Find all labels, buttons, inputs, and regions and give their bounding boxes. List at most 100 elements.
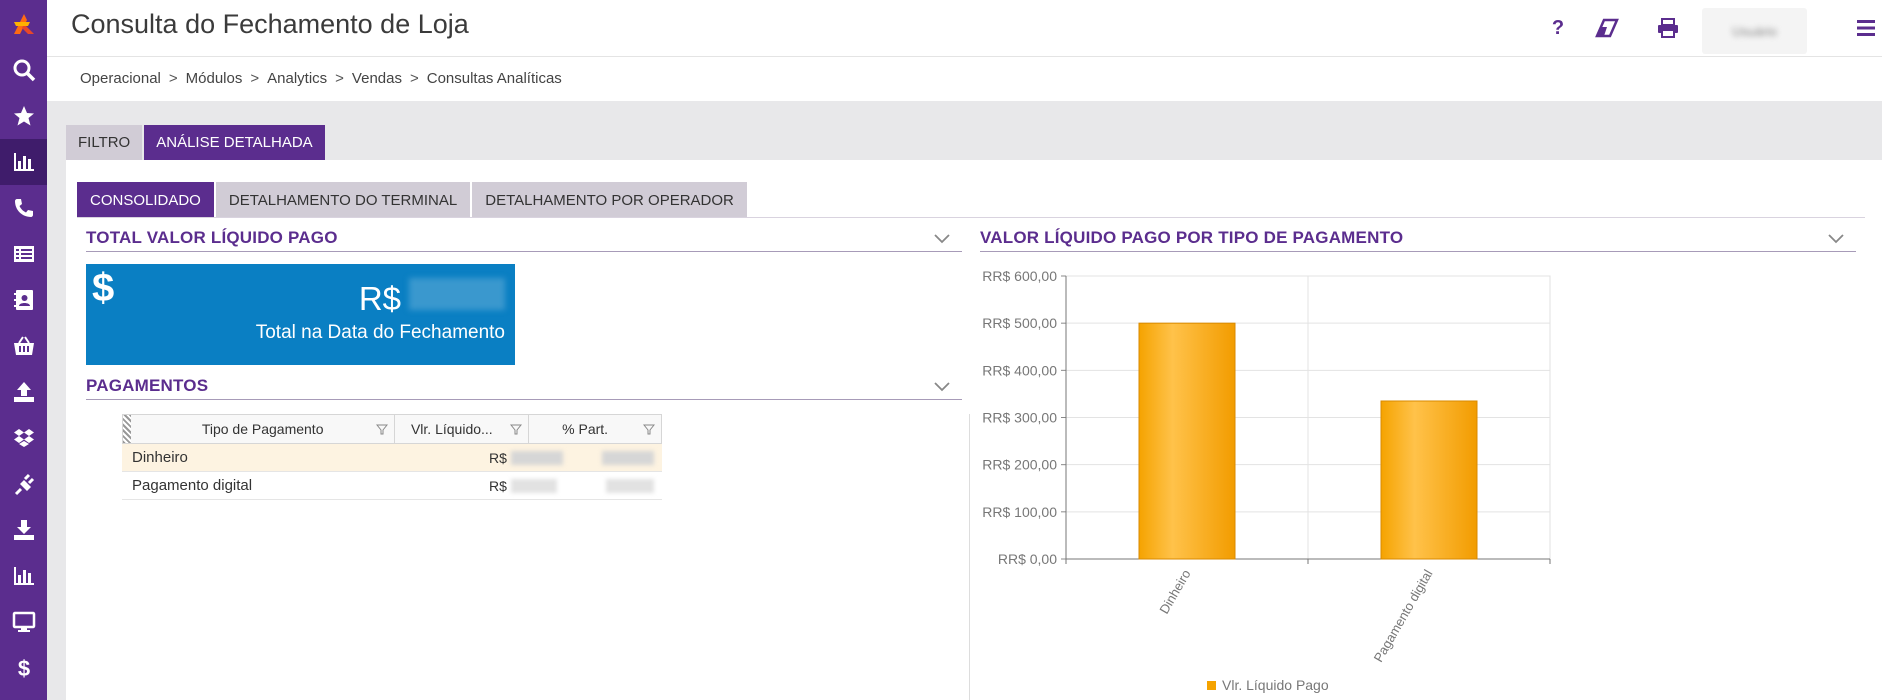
phone-icon xyxy=(14,199,33,217)
sidebar-basket[interactable] xyxy=(0,323,47,369)
section-title-total: TOTAL VALOR LÍQUIDO PAGO xyxy=(86,228,338,247)
sidebar-analytics[interactable] xyxy=(0,139,47,185)
bar-chart: RR$ 0,00 RR$ 100,00 RR$ 200,00 RR$ 300,00 RR… xyxy=(982,268,1551,693)
dollar-icon: $ xyxy=(17,656,29,680)
kpi-label: Total na Data do Fechamento xyxy=(255,322,505,343)
bar-chart-icon xyxy=(13,153,34,171)
panel-divider xyxy=(969,414,970,700)
kpi-currency: R$ xyxy=(358,280,401,317)
sidebar-phone[interactable] xyxy=(0,185,47,231)
cell-valor: R$ xyxy=(447,478,583,494)
chevron-down-icon[interactable] xyxy=(1828,234,1844,244)
chevron-down-icon[interactable] xyxy=(934,234,950,244)
sidebar-reports[interactable] xyxy=(0,553,47,599)
tab-filtro[interactable]: FILTRO xyxy=(66,125,143,160)
app-logo[interactable] xyxy=(0,0,47,47)
section-title-chart: VALOR LÍQUIDO PAGO POR TIPO DE PAGAMENTO xyxy=(980,228,1404,247)
table-row[interactable]: Pagamento digital R$ xyxy=(122,472,662,500)
bar xyxy=(1380,400,1478,560)
clear-filters-button[interactable] xyxy=(1594,15,1620,41)
star-icon xyxy=(13,106,34,126)
section-title-pagamentos: PAGAMENTOS xyxy=(86,376,209,395)
x-tick-label: Pagamento digital xyxy=(1371,567,1436,665)
breadcrumb-separator: > xyxy=(250,70,260,87)
chevron-down-icon[interactable] xyxy=(934,382,950,392)
cell-part xyxy=(583,478,662,493)
cell-currency: R$ xyxy=(489,449,507,466)
tab-detalhamento-terminal[interactable]: DETALHAMENTO DO TERMINAL xyxy=(215,182,471,218)
section-header-chart: VALOR LÍQUIDO PAGO POR TIPO DE PAGAMENTO xyxy=(980,228,1856,252)
sidebar-dropbox[interactable] xyxy=(0,415,47,461)
print-button[interactable] xyxy=(1655,15,1681,41)
breadcrumb-item-modulos[interactable]: Módulos xyxy=(186,70,243,87)
tab-detalhamento-operador[interactable]: DETALHAMENTO POR OPERADOR xyxy=(472,182,747,218)
tab-analise-detalhada[interactable]: ANÁLISE DETALHADA xyxy=(144,125,325,160)
filter-icon[interactable] xyxy=(643,424,655,435)
y-tick-label: RR$ 600,00 xyxy=(982,268,1057,284)
upload-icon xyxy=(13,382,34,402)
logo-icon xyxy=(13,13,34,34)
main-tabs: FILTRO ANÁLISE DETALHADA xyxy=(66,125,325,160)
print-icon xyxy=(1658,18,1678,38)
tab-consolidado[interactable]: CONSOLIDADO xyxy=(77,182,214,218)
monitor-icon xyxy=(12,611,35,632)
column-header-tipo[interactable]: Tipo de Pagamento xyxy=(131,415,396,443)
column-header-valor[interactable]: Vlr. Líquido... xyxy=(395,415,530,443)
sidebar-list[interactable] xyxy=(0,231,47,277)
breadcrumb-item-vendas[interactable]: Vendas xyxy=(352,70,402,87)
help-icon: ? xyxy=(1551,16,1565,39)
kpi-amount-redacted xyxy=(409,278,505,310)
section-header-pagamentos: PAGAMENTOS xyxy=(86,376,962,400)
list-icon xyxy=(13,246,34,262)
x-tick-label: Dinheiro xyxy=(1156,567,1193,616)
user-menu[interactable]: Usuário xyxy=(1702,8,1807,54)
breadcrumb-separator: > xyxy=(335,70,344,87)
help-button[interactable]: ? xyxy=(1545,15,1571,41)
sidebar-favorites[interactable] xyxy=(0,93,47,139)
filter-icon[interactable] xyxy=(510,424,523,435)
plug-icon xyxy=(14,473,34,496)
sidebar-plugins[interactable] xyxy=(0,461,47,507)
grid-header: Tipo de Pagamento Vlr. Líquido... % Part… xyxy=(122,414,662,444)
breadcrumb-bar: Operacional > Módulos > Analytics > Vend… xyxy=(47,57,1882,101)
cell-value-redacted xyxy=(510,450,563,465)
table-row[interactable]: Dinheiro R$ xyxy=(122,444,662,472)
payments-grid: Tipo de Pagamento Vlr. Líquido... % Part… xyxy=(122,414,662,500)
left-sidebar: $ xyxy=(0,0,47,700)
cell-tipo: Pagamento digital xyxy=(132,477,253,494)
dollar-icon: $ xyxy=(92,266,115,310)
legend-swatch xyxy=(1207,681,1216,690)
column-header-part[interactable]: % Part. xyxy=(529,415,661,443)
cell-part xyxy=(583,450,662,465)
cell-tipo: Dinheiro xyxy=(132,449,188,466)
contact-icon xyxy=(13,290,33,310)
basket-icon xyxy=(13,336,34,355)
subtabs-divider xyxy=(77,217,1865,218)
breadcrumb-item-consultas[interactable]: Consultas Analíticas xyxy=(427,70,562,87)
sidebar-upload[interactable] xyxy=(0,369,47,415)
breadcrumb-item-operacional[interactable]: Operacional xyxy=(80,70,161,87)
sidebar-contacts[interactable] xyxy=(0,277,47,323)
sidebar-monitor[interactable] xyxy=(0,599,47,645)
filter-icon[interactable] xyxy=(376,424,389,435)
cell-part-redacted xyxy=(606,478,654,493)
y-tick-label: RR$ 500,00 xyxy=(982,315,1057,331)
cell-value-redacted xyxy=(510,478,557,493)
cell-currency: R$ xyxy=(489,477,507,494)
sidebar-finance[interactable]: $ xyxy=(0,645,47,691)
dropbox-icon xyxy=(13,429,34,447)
top-bar: Consulta do Fechamento de Loja ? Usuário xyxy=(47,0,1882,57)
y-tick-label: RR$ 400,00 xyxy=(982,362,1057,378)
sidebar-download[interactable] xyxy=(0,507,47,553)
download-icon xyxy=(13,520,34,540)
menu-button[interactable] xyxy=(1853,15,1879,41)
breadcrumb-separator: > xyxy=(409,70,419,87)
grid-drag-handle[interactable] xyxy=(123,415,131,443)
page-title: Consulta do Fechamento de Loja xyxy=(71,9,469,39)
breadcrumb-item-analytics[interactable]: Analytics xyxy=(267,70,327,87)
payment-type-chart: RR$ 0,00 RR$ 100,00 RR$ 200,00 RR$ 300,00 RR… xyxy=(975,262,1575,700)
cell-part-redacted xyxy=(602,450,654,465)
sidebar-search[interactable] xyxy=(0,47,47,93)
sub-tabs: CONSOLIDADO DETALHAMENTO DO TERMINAL DET… xyxy=(77,182,747,218)
bar xyxy=(1138,322,1236,560)
